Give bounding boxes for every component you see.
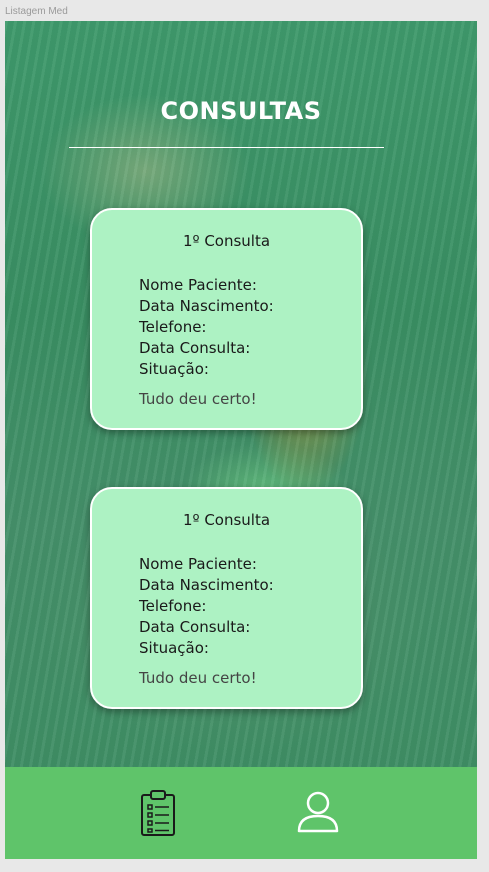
- field-birth-date: Data Nascimento:: [139, 576, 274, 594]
- nav-consultations-button[interactable]: [138, 789, 178, 841]
- title-divider: [69, 147, 384, 148]
- appointment-card[interactable]: 1º Consulta Nome Paciente: Data Nascimen…: [90, 208, 363, 430]
- field-patient-name: Nome Paciente:: [139, 555, 257, 573]
- field-birth-date: Data Nascimento:: [139, 297, 274, 315]
- nav-profile-button[interactable]: [294, 789, 342, 841]
- field-status: Situação:: [139, 639, 209, 657]
- field-status: Situação:: [139, 360, 209, 378]
- appointment-card[interactable]: 1º Consulta Nome Paciente: Data Nascimen…: [90, 487, 363, 709]
- app-screen: CONSULTAS 1º Consulta Nome Paciente: Dat…: [5, 21, 477, 859]
- card-title: 1º Consulta: [182, 232, 271, 250]
- field-appointment-date: Data Consulta:: [139, 618, 251, 636]
- card-title: 1º Consulta: [182, 511, 271, 529]
- user-profile-icon: [297, 791, 339, 833]
- bottom-nav: [5, 767, 477, 859]
- status-text: Tudo deu certo!: [139, 669, 257, 687]
- field-appointment-date: Data Consulta:: [139, 339, 251, 357]
- field-phone: Telefone:: [139, 318, 207, 336]
- page-title: CONSULTAS: [160, 97, 322, 125]
- frame-label: Listagem Med: [5, 6, 68, 17]
- card-fields: Nome Paciente: Data Nascimento: Telefone…: [139, 554, 274, 659]
- field-phone: Telefone:: [139, 597, 207, 615]
- field-patient-name: Nome Paciente:: [139, 276, 257, 294]
- card-fields: Nome Paciente: Data Nascimento: Telefone…: [139, 275, 274, 380]
- clipboard-list-icon: [141, 790, 175, 836]
- status-text: Tudo deu certo!: [139, 390, 257, 408]
